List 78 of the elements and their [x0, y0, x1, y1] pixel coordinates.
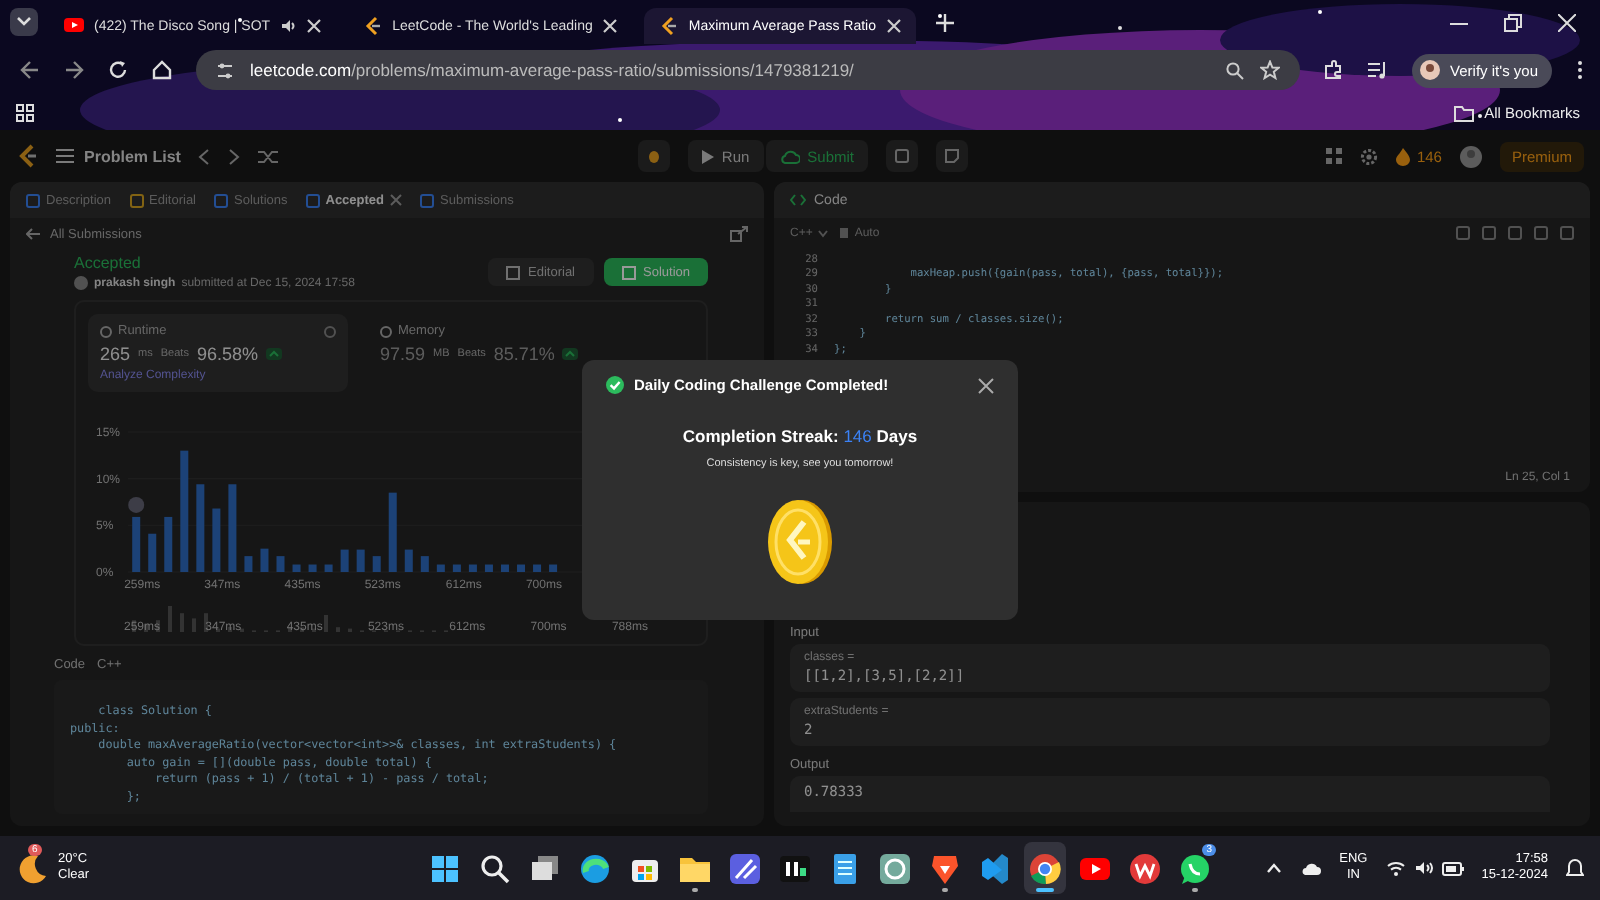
bell-icon[interactable] — [1566, 858, 1584, 878]
zoom-icon[interactable] — [1226, 61, 1245, 79]
note-icon — [944, 148, 961, 164]
chevron-logo-icon — [362, 16, 383, 36]
note-button[interactable] — [936, 140, 969, 172]
taskbar-button[interactable] — [1024, 842, 1066, 894]
reload-icon[interactable] — [108, 60, 128, 80]
chevron-up-icon[interactable] — [1265, 862, 1282, 874]
avatar-icon[interactable] — [1459, 145, 1482, 167]
list-icon — [56, 148, 74, 164]
cloud-icon — [779, 149, 800, 163]
chevron-right-icon[interactable] — [228, 147, 241, 165]
vscode-icon — [978, 851, 1012, 885]
star-icon[interactable] — [1260, 60, 1281, 80]
debug-button[interactable] — [637, 140, 670, 172]
kebab-menu-icon[interactable] — [1576, 60, 1584, 80]
task-view-icon — [528, 851, 562, 885]
tab-search-button[interactable] — [10, 8, 38, 36]
restore-icon[interactable] — [1504, 13, 1522, 31]
problem-list-button[interactable]: Problem List — [56, 147, 181, 165]
bug-icon — [645, 148, 662, 164]
chrome-icon — [1028, 851, 1062, 885]
app-icon — [728, 851, 762, 885]
trend-badge-icon — [562, 348, 579, 360]
close-icon[interactable] — [978, 377, 994, 393]
battery-icon — [1441, 861, 1464, 875]
site-info-icon[interactable] — [216, 61, 234, 79]
trend-badge-icon — [265, 348, 282, 360]
wps-icon — [1128, 851, 1162, 885]
coin-icon — [766, 498, 834, 586]
settings-icon[interactable] — [1360, 147, 1379, 165]
apps-grid-icon[interactable] — [16, 104, 34, 122]
check-circle-icon — [606, 376, 624, 394]
whatsapp-icon — [1178, 851, 1212, 885]
moon-icon — [16, 852, 48, 884]
edge-icon — [578, 851, 612, 885]
streak-text: Completion Streak: 146 Days — [682, 426, 918, 446]
play-icon — [701, 149, 714, 163]
code-icon — [790, 194, 806, 206]
windows-logo-icon — [428, 851, 462, 885]
chevron-logo-icon[interactable] — [16, 144, 38, 168]
timer-button[interactable] — [886, 140, 919, 172]
lion-shield-icon — [928, 851, 962, 885]
forward-arrow-icon[interactable] — [64, 60, 84, 80]
folder-icon — [1454, 105, 1475, 121]
playlist-icon[interactable] — [1368, 60, 1389, 80]
url-text: leetcode.com/problems/maximum-average-pass-ratio/submissions/1479381219/ — [250, 60, 854, 80]
back-arrow-icon[interactable] — [20, 60, 40, 80]
youtube-icon — [64, 16, 84, 36]
quick-settings-button[interactable] — [1385, 860, 1464, 876]
chevron-logo-icon — [658, 16, 679, 36]
shuffle-icon[interactable] — [258, 147, 279, 165]
knot-logo-icon — [878, 851, 912, 885]
wifi-icon — [1385, 860, 1406, 876]
chevron-down-icon — [16, 16, 32, 28]
fire-icon — [1396, 147, 1411, 165]
close-icon[interactable] — [886, 18, 903, 34]
puzzle-icon[interactable] — [1324, 60, 1345, 80]
app-icon — [778, 851, 812, 885]
speaker-icon — [1413, 860, 1434, 876]
home-icon[interactable] — [152, 60, 172, 80]
plus-icon[interactable] — [936, 13, 955, 31]
share-icon[interactable] — [730, 226, 748, 242]
search-icon — [478, 851, 512, 885]
avatar-marker — [128, 496, 145, 513]
avatar-icon — [1420, 60, 1441, 80]
layout-grid-icon[interactable] — [1326, 148, 1343, 164]
avatar-icon — [74, 276, 88, 290]
notepad-icon — [828, 851, 862, 885]
address-bar[interactable]: leetcode.com/problems/maximum-average-pass-ratio/submissions/1479381219/ — [196, 50, 1301, 90]
speaker-icon[interactable] — [280, 18, 297, 34]
back-arrow-icon — [26, 228, 40, 240]
close-icon[interactable] — [602, 18, 619, 34]
chevron-left-icon[interactable] — [198, 147, 211, 165]
chevron-down-icon — [818, 229, 829, 237]
close-icon[interactable] — [306, 18, 323, 34]
status-text: Accepted — [74, 254, 143, 272]
cloud-icon[interactable] — [1299, 861, 1322, 875]
